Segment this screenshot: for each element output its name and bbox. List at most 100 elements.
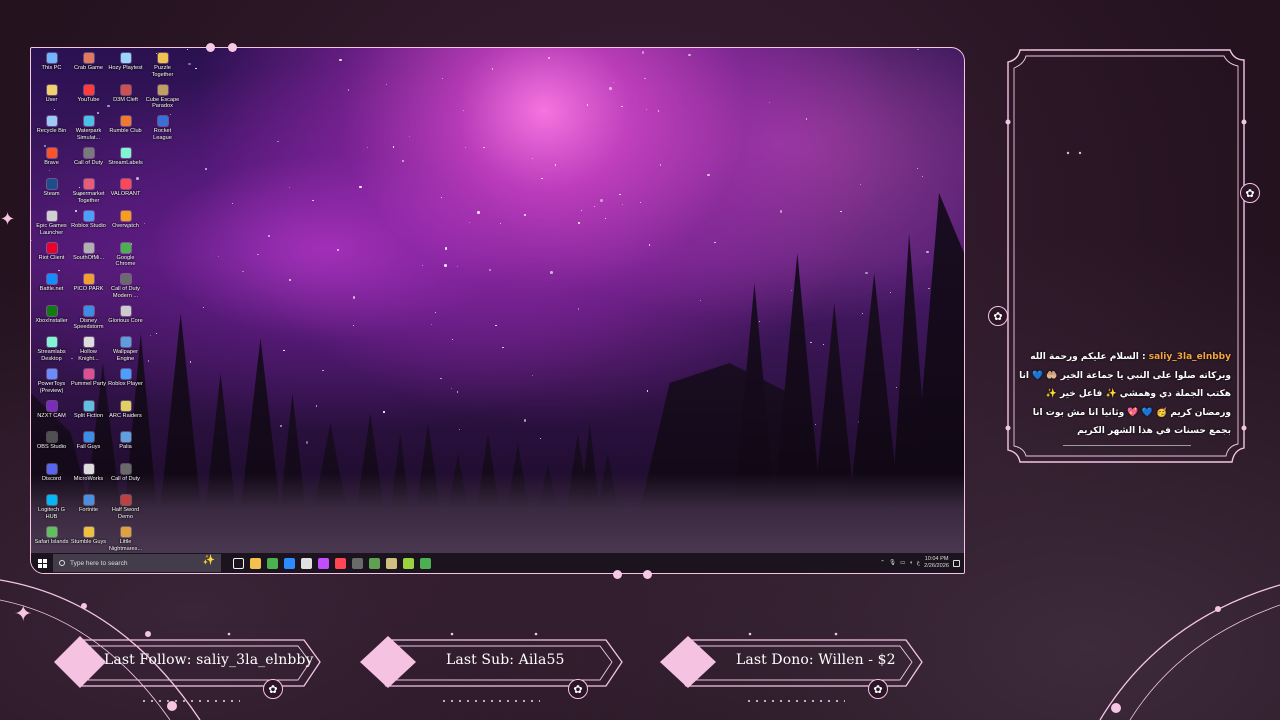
desktop-icon[interactable]: Stumble Guys bbox=[70, 524, 107, 556]
game-icon bbox=[120, 84, 131, 95]
desktop-icon-label: Battle.net bbox=[39, 286, 64, 293]
desktop-icon-label: VALORANT bbox=[110, 191, 141, 198]
desktop-icon[interactable]: Disney Speedstorm bbox=[70, 303, 107, 335]
desktop-icon[interactable]: Hollow Knight... bbox=[70, 334, 107, 366]
desktop-icon[interactable]: SouthOfMi... bbox=[70, 240, 107, 272]
taskbar-app-icon[interactable] bbox=[233, 557, 244, 569]
desktop-icon[interactable]: Discord bbox=[33, 461, 70, 493]
desktop-icon[interactable]: MicroWorks bbox=[70, 461, 107, 493]
star bbox=[613, 82, 615, 84]
desktop-icon[interactable]: Battle.net bbox=[33, 271, 70, 303]
desktop-icon-label: OBS Studio bbox=[36, 444, 67, 451]
taskbar-app-icon[interactable] bbox=[318, 557, 329, 569]
desktop-icon[interactable]: Glorious Core bbox=[107, 303, 144, 335]
desktop-icon[interactable]: Crab Game bbox=[70, 50, 107, 82]
taskbar-app-icon[interactable] bbox=[301, 557, 312, 569]
desktop-icon[interactable]: Call of Duty Modern ... bbox=[107, 271, 144, 303]
desktop-icon[interactable]: Rumble Club bbox=[107, 113, 144, 145]
desktop-icon-label: Pummel Party bbox=[70, 380, 107, 387]
brave-icon bbox=[46, 147, 57, 158]
desktop-icon[interactable]: Cube Escape Paradox bbox=[144, 82, 181, 114]
desktop-icon[interactable]: D3M Cleft bbox=[107, 82, 144, 114]
taskbar-app-icon[interactable] bbox=[267, 557, 278, 569]
desktop-icon[interactable]: YouTube bbox=[70, 82, 107, 114]
clock-date: 2/26/2026 bbox=[924, 563, 949, 569]
desktop-icon[interactable]: Little Nightmares... bbox=[107, 524, 144, 556]
taskbar-app-icon[interactable] bbox=[352, 557, 363, 569]
desktop-icon[interactable]: Brave bbox=[33, 145, 70, 177]
dotted-line bbox=[440, 700, 540, 702]
desktop-icon[interactable]: Rocket League bbox=[144, 113, 181, 145]
taskbar-app-icon[interactable] bbox=[335, 557, 346, 569]
desktop-icon[interactable]: Palia bbox=[107, 429, 144, 461]
game-icon bbox=[46, 526, 57, 537]
chevron-up-icon[interactable]: ⌃ bbox=[880, 560, 885, 566]
volume-icon[interactable]: ◖ bbox=[909, 560, 912, 566]
language-indicator[interactable]: ع bbox=[917, 560, 920, 566]
user-folder-icon bbox=[46, 84, 57, 95]
desktop-icon[interactable]: Riot Client bbox=[33, 240, 70, 272]
taskbar-app-icon[interactable] bbox=[250, 557, 261, 569]
desktop-icon[interactable]: Half Sword Demo bbox=[107, 492, 144, 524]
desktop-icon-label: Hollow Knight... bbox=[78, 349, 99, 362]
taskbar-app-icon[interactable] bbox=[420, 557, 431, 569]
clock[interactable]: 10:04 PM 2/26/2026 bbox=[924, 556, 949, 570]
app-icon bbox=[120, 305, 131, 316]
last-dono-alert: Last Dono: Willen - $2 ✿ bbox=[658, 630, 928, 699]
game-icon bbox=[83, 147, 94, 158]
game-icon bbox=[120, 116, 131, 127]
last-dono-label: Last Dono: Willen - $2 bbox=[736, 652, 896, 668]
desktop-icon[interactable]: Supermarket Together bbox=[70, 176, 107, 208]
desktop-icon[interactable]: Recycle Bin bbox=[33, 113, 70, 145]
riot-icon bbox=[46, 242, 57, 253]
network-icon[interactable]: ▭ bbox=[900, 560, 905, 566]
desktop-icon[interactable]: This PC bbox=[33, 50, 70, 82]
desktop-icon-label: Little Nightmares... bbox=[108, 538, 143, 552]
game-icon bbox=[157, 84, 168, 95]
desktop-icon[interactable]: Steam bbox=[33, 176, 70, 208]
desktop-icon[interactable]: Google Chrome bbox=[107, 240, 144, 272]
desktop-icon[interactable]: Logitech G HUB bbox=[33, 492, 70, 524]
microphone-icon[interactable]: 🎙 bbox=[889, 560, 896, 566]
desktop-icon[interactable]: Overwatch bbox=[107, 208, 144, 240]
desktop-icon[interactable]: Streamlabs Desktop bbox=[33, 334, 70, 366]
desktop-icon[interactable]: OBS Studio bbox=[33, 429, 70, 461]
frame-dot bbox=[613, 570, 622, 579]
desktop-icon[interactable]: Call of Duty bbox=[107, 461, 144, 493]
desktop-icon[interactable]: Roblox Player bbox=[107, 366, 144, 398]
desktop-icon-label: Rumble Club bbox=[109, 128, 142, 135]
desktop-icon[interactable]: XboxInstaller bbox=[33, 303, 70, 335]
taskbar-app-icon[interactable] bbox=[284, 557, 295, 569]
desktop-icon[interactable]: ARC Raiders bbox=[107, 398, 144, 430]
desktop-icon[interactable]: Pummel Party bbox=[70, 366, 107, 398]
taskbar-app-icon[interactable] bbox=[386, 557, 397, 569]
desktop-icon[interactable]: Safari Islands bbox=[33, 524, 70, 556]
desktop-icon[interactable]: Call of Duty bbox=[70, 145, 107, 177]
desktop-icon[interactable]: Roblox Studio bbox=[70, 208, 107, 240]
desktop-icon[interactable]: StreamLabels bbox=[107, 145, 144, 177]
game-icon bbox=[120, 495, 131, 506]
desktop-icons: This PC Crab Game Hozy Playtest Puzzle Toge… bbox=[33, 50, 181, 556]
desktop-icon[interactable]: Wallpaper Engine bbox=[107, 334, 144, 366]
desktop-icon[interactable]: VALORANT bbox=[107, 176, 144, 208]
desktop-icon[interactable]: Hozy Playtest bbox=[107, 50, 144, 82]
desktop-icon[interactable]: NZXT CAM bbox=[33, 398, 70, 430]
taskbar-app-icon[interactable] bbox=[369, 557, 380, 569]
desktop-icon[interactable]: Waterpark Simulat... bbox=[70, 113, 107, 145]
desktop-icon-label: Supermarket Together bbox=[72, 191, 105, 204]
desktop-icon-label: Fall Guys bbox=[76, 444, 101, 451]
desktop-icon[interactable]: User bbox=[33, 82, 70, 114]
desktop-icon-label: Epic Games Launcher bbox=[36, 222, 67, 236]
desktop-icon[interactable]: Puzzle Together bbox=[144, 50, 181, 82]
notification-icon[interactable] bbox=[953, 559, 960, 567]
taskbar-app-icon[interactable] bbox=[403, 557, 414, 569]
desktop-icon[interactable]: PowerToys (Preview) bbox=[33, 366, 70, 398]
last-follow-alert: Last Follow: saliy_3la_elnbby ✿ bbox=[54, 630, 326, 699]
desktop-icon-label: XboxInstaller bbox=[35, 317, 68, 324]
desktop-icon[interactable]: Split Fiction bbox=[70, 398, 107, 430]
desktop-icon-label: Brave bbox=[44, 159, 59, 166]
desktop-icon[interactable]: Fortnite bbox=[70, 492, 107, 524]
desktop-icon[interactable]: Epic Games Launcher bbox=[33, 208, 70, 240]
desktop-icon[interactable]: PICO PARK bbox=[70, 271, 107, 303]
desktop-icon[interactable]: Fall Guys bbox=[70, 429, 107, 461]
